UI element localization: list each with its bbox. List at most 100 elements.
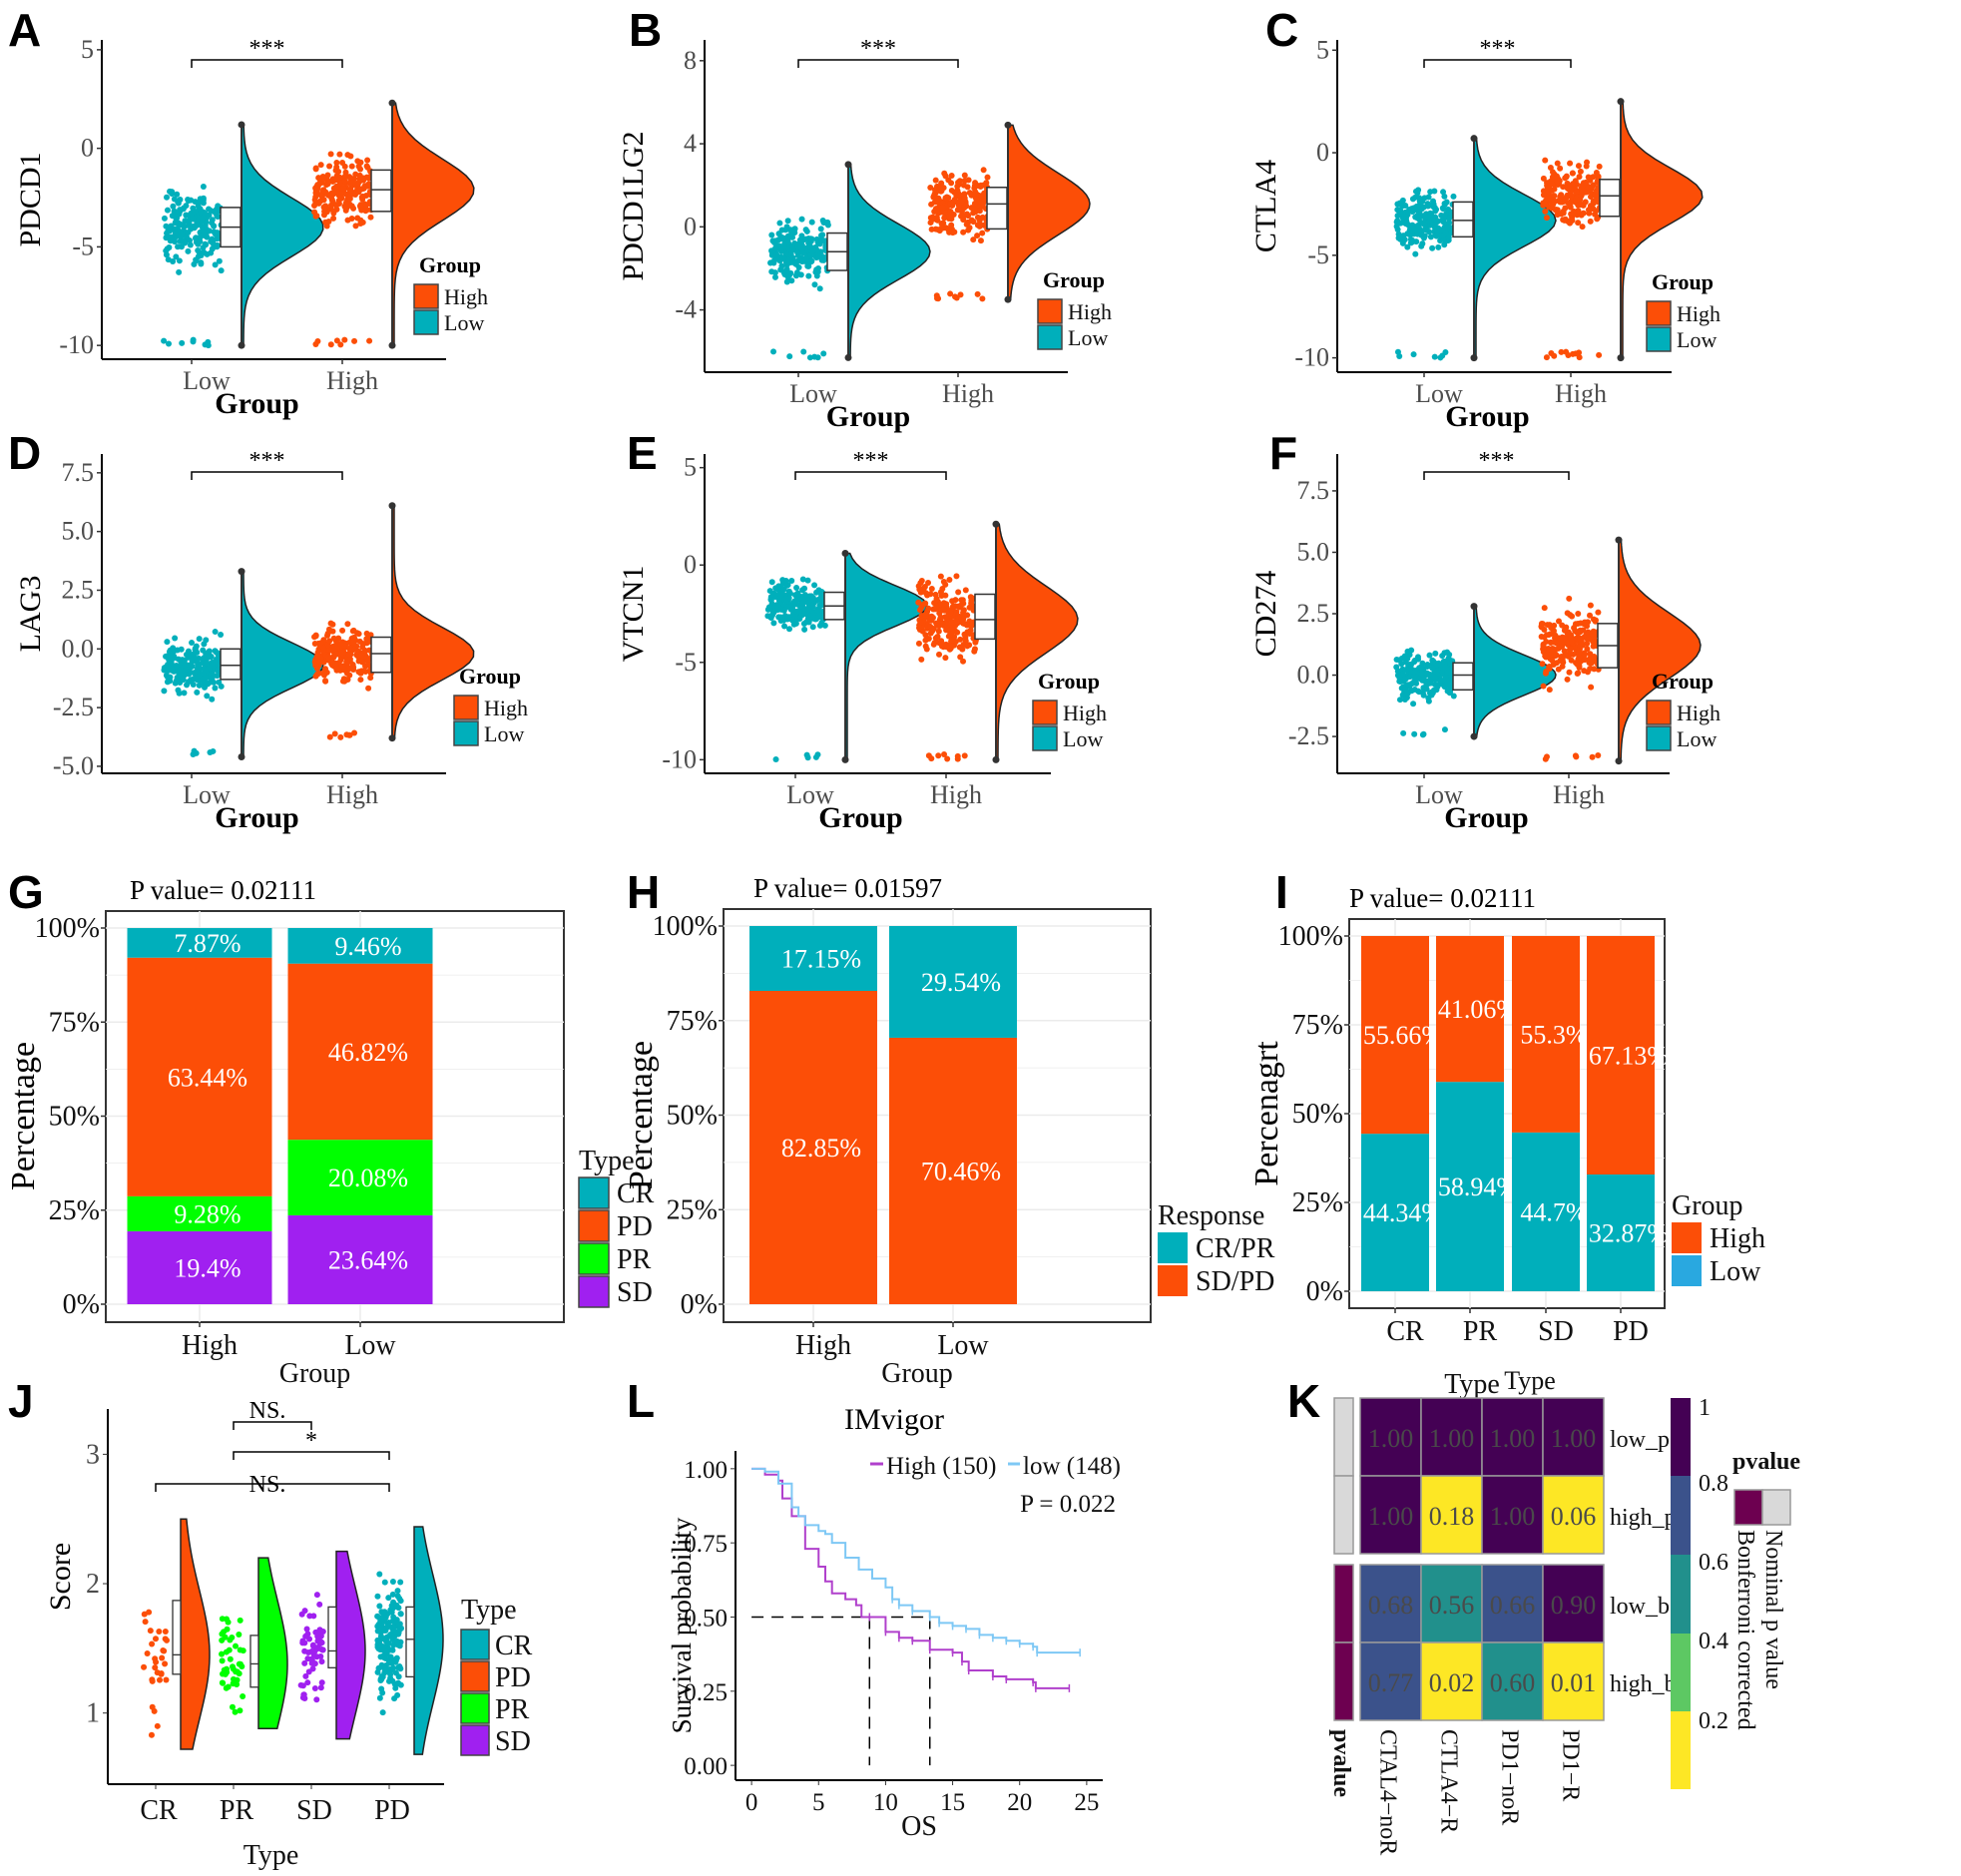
panel-d: 7.55.02.50.0-2.5-5.0LAG3Low HighGroup***G… (14, 448, 528, 834)
data-point (209, 220, 216, 227)
data-point (359, 175, 366, 182)
data-point (1432, 676, 1439, 683)
data-point (209, 235, 216, 242)
data-point (219, 1650, 226, 1657)
y-tick-label: 25% (667, 1194, 718, 1225)
comparison-label: * (305, 1428, 317, 1454)
legend-label-high: High (150) (886, 1453, 996, 1480)
data-point (768, 579, 775, 586)
data-point (1586, 636, 1593, 643)
legend-label: PD (617, 1211, 653, 1242)
y-tick-label: -2.5 (53, 693, 94, 721)
data-point (1446, 651, 1453, 658)
bar-value-label: 67.13% (1589, 1041, 1669, 1070)
data-point (329, 621, 336, 628)
data-point (1419, 731, 1426, 738)
data-point (961, 621, 968, 628)
data-point (224, 1616, 231, 1623)
x-tick-label: PR (1463, 1316, 1498, 1347)
violin-half (413, 1526, 444, 1755)
data-point (352, 171, 359, 178)
data-point (322, 219, 329, 226)
data-point (1418, 242, 1425, 249)
data-point (183, 212, 190, 219)
data-point (784, 239, 791, 246)
y-tick-label: 50% (49, 1102, 100, 1133)
data-point (961, 752, 968, 759)
row-annotation (1333, 1642, 1354, 1721)
legend: ResponseCR/PRSD/PD (1158, 1200, 1275, 1297)
data-point (194, 222, 201, 229)
legend-label-low: Low (1677, 726, 1716, 751)
data-point (925, 605, 932, 612)
legend-title: Group (1652, 669, 1714, 694)
data-point (327, 341, 334, 348)
data-point (781, 623, 788, 630)
data-point (1546, 687, 1553, 694)
data-point (218, 267, 225, 274)
data-point (784, 218, 791, 225)
data-point (806, 354, 813, 361)
data-point (1407, 235, 1414, 242)
data-point (362, 663, 369, 670)
data-point (782, 577, 789, 584)
legend-swatch (1158, 1232, 1188, 1263)
data-point (938, 188, 945, 195)
data-point (212, 629, 219, 636)
data-point (344, 217, 351, 224)
data-point (974, 233, 981, 239)
data-point (972, 189, 979, 196)
data-point (175, 200, 182, 207)
legend-swatch (578, 1242, 610, 1275)
data-point (944, 755, 951, 762)
data-point (351, 337, 358, 344)
data-point (156, 1629, 163, 1636)
data-point (1430, 198, 1437, 205)
boxplot-box (370, 169, 392, 213)
data-point (1416, 195, 1423, 202)
data-point (326, 163, 333, 170)
data-point (341, 336, 348, 343)
data-point (397, 1579, 404, 1586)
data-point (172, 635, 179, 642)
data-point (219, 1657, 226, 1664)
x-axis-title: Type (1444, 1369, 1500, 1400)
data-point (1562, 626, 1569, 633)
data-point (1408, 223, 1415, 230)
data-point (389, 1618, 396, 1625)
data-point (190, 338, 197, 345)
data-point (977, 237, 984, 244)
data-point (230, 1675, 237, 1682)
data-point (164, 653, 171, 660)
data-point (1546, 666, 1553, 673)
data-point (397, 1598, 404, 1605)
x-tick-label: High (1555, 379, 1607, 408)
data-point (1444, 225, 1451, 232)
legend-label-high: High (1063, 701, 1107, 725)
data-point (220, 1679, 227, 1686)
data-point (1410, 351, 1417, 358)
data-point (183, 651, 190, 658)
data-point (336, 151, 343, 158)
bar-value-label: 41.06% (1438, 995, 1518, 1024)
data-point (1432, 650, 1439, 657)
data-point (230, 1665, 237, 1672)
data-point (1540, 643, 1547, 650)
bar-value-label: 7.87% (174, 929, 241, 958)
legend-swatch-low (413, 309, 439, 335)
data-point (1557, 165, 1564, 172)
data-point (1397, 201, 1404, 208)
data-point (387, 1653, 394, 1660)
row-label: low_b (1610, 1594, 1670, 1620)
data-point (1412, 188, 1419, 195)
significance-label: *** (1479, 448, 1515, 474)
data-point (1577, 202, 1584, 209)
annotation-legend-label-bonferroni: Bonferroni corrected (1732, 1530, 1758, 1730)
legend-swatch-high (413, 283, 439, 309)
data-point (337, 341, 344, 348)
data-point (381, 1669, 388, 1676)
data-point (922, 613, 929, 620)
data-point (1586, 184, 1593, 191)
data-point (933, 206, 940, 213)
data-point (170, 655, 177, 662)
